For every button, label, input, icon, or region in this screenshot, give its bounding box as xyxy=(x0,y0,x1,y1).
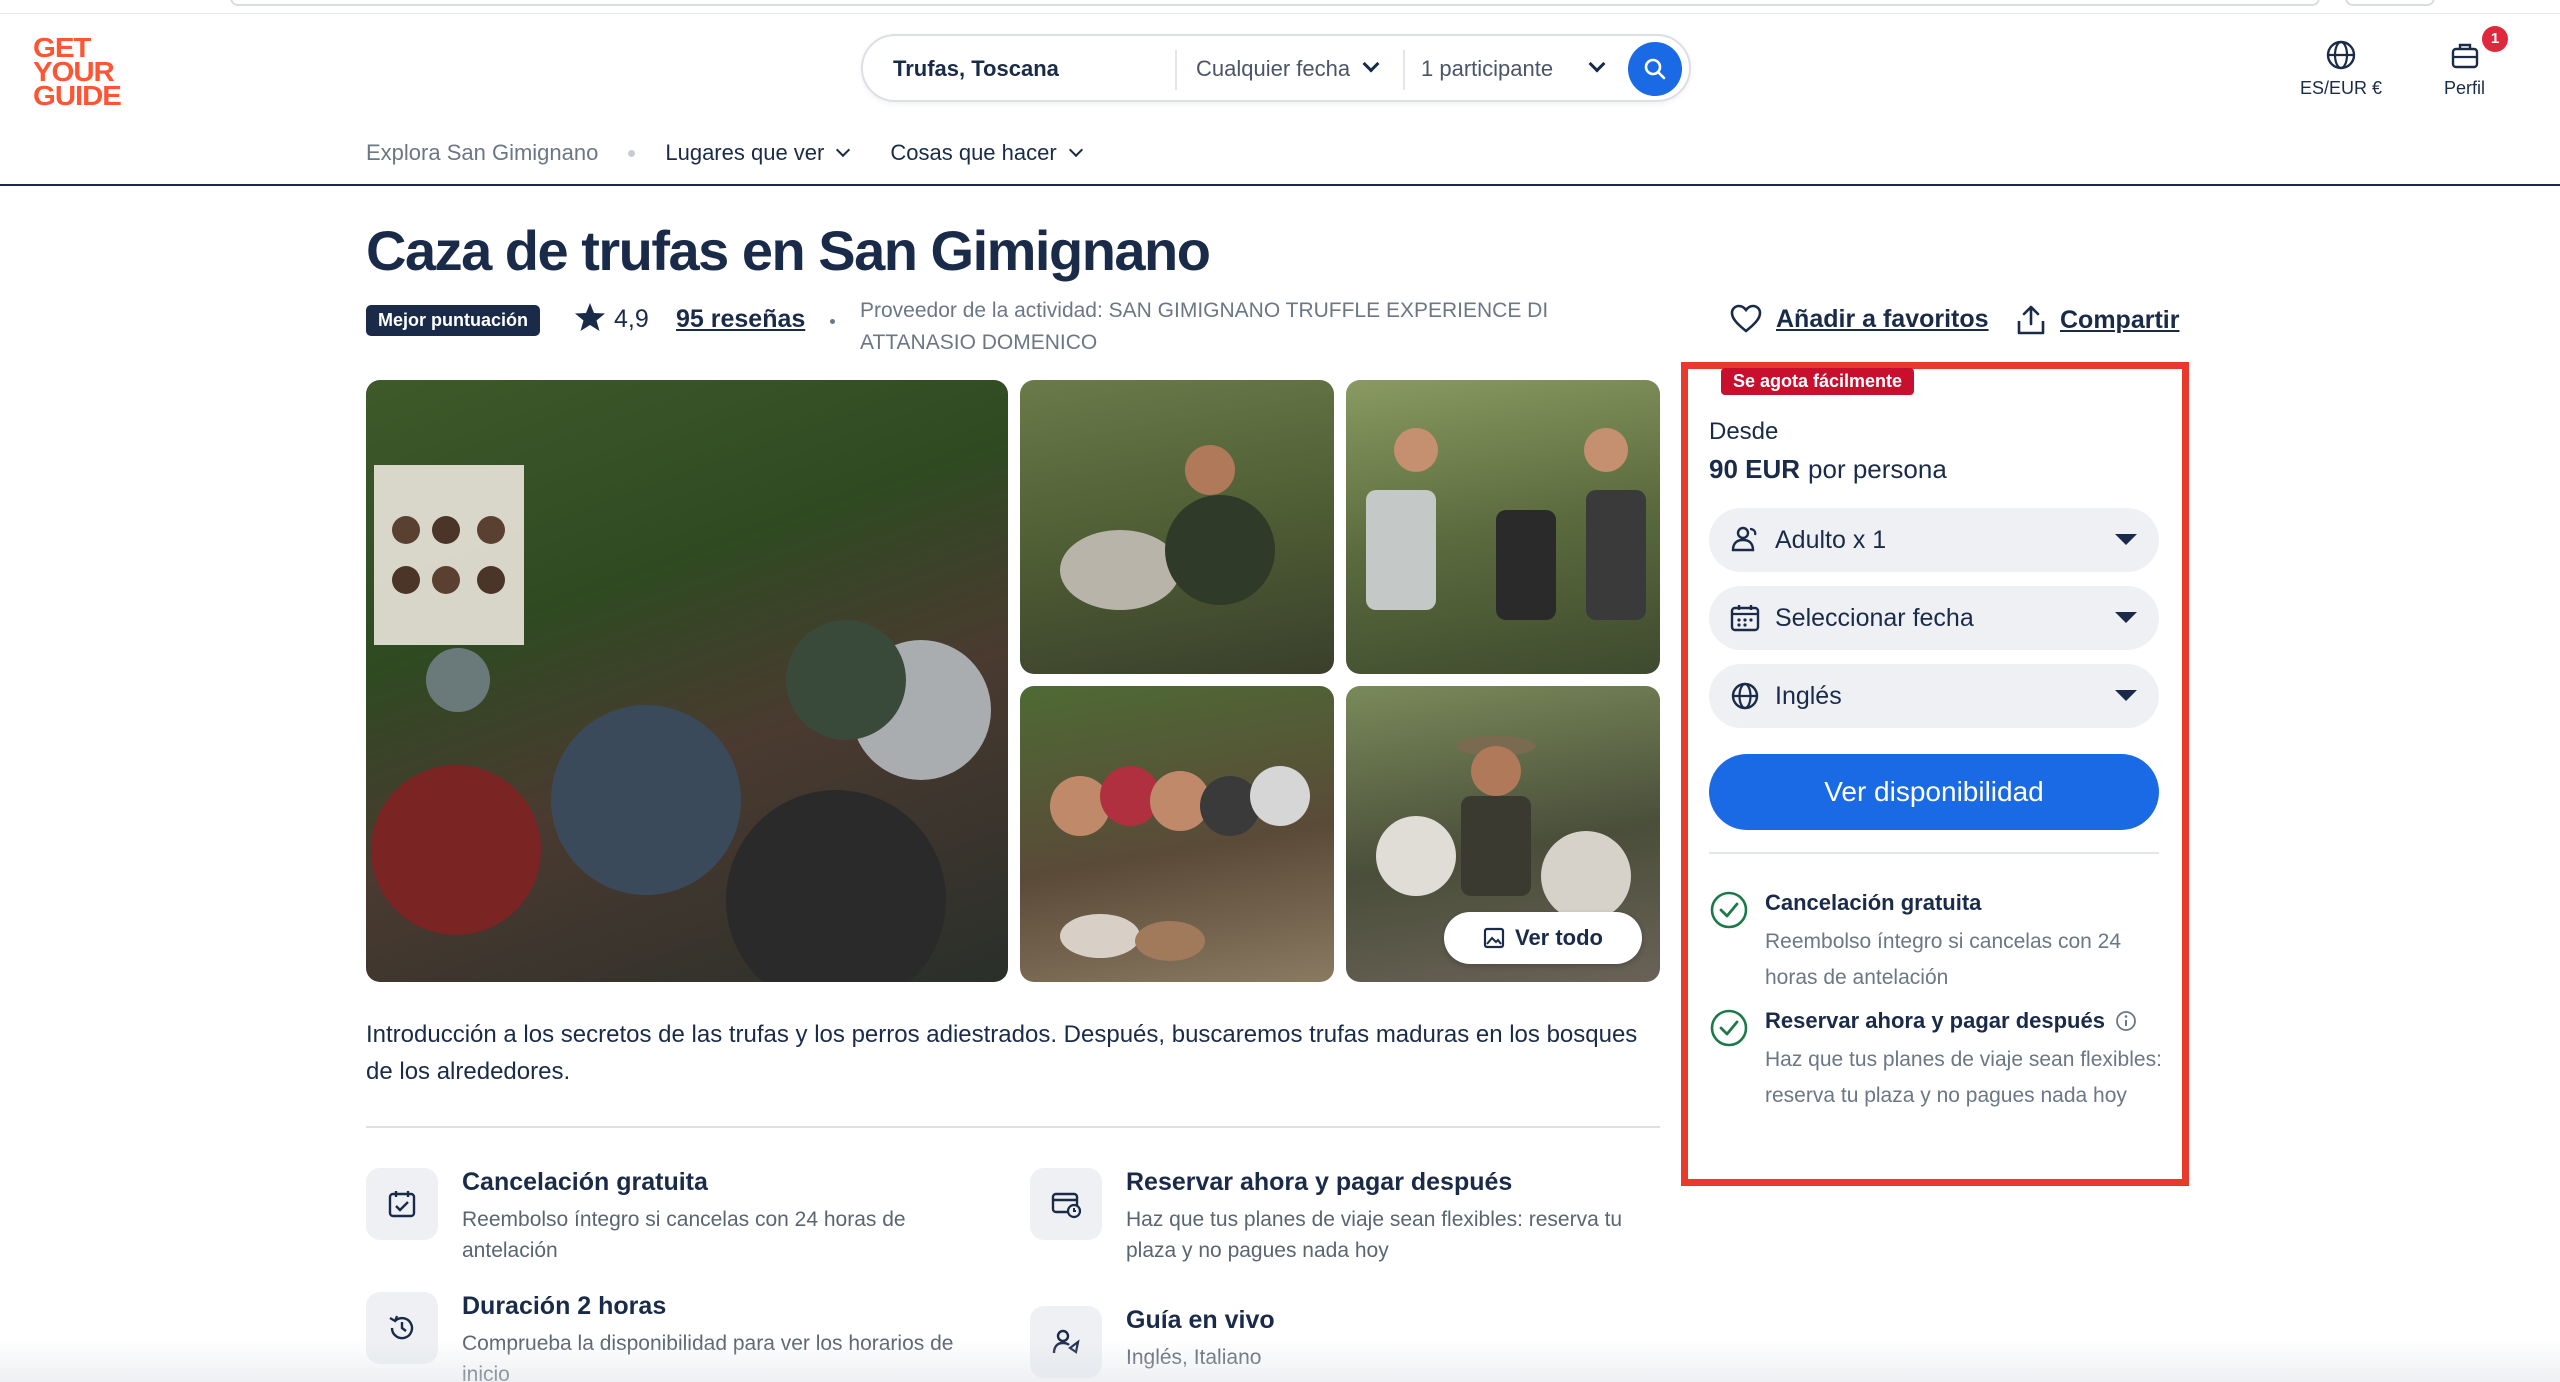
meta-separator xyxy=(830,319,835,324)
date-picker[interactable]: Cualquier fecha xyxy=(1196,56,1350,82)
activity-meta: Mejor puntuación 4,9 95 reseñas Proveedo… xyxy=(366,295,1666,354)
check-availability-button[interactable]: Ver disponibilidad xyxy=(1709,754,2159,830)
feature-desc: Inglés, Italiano xyxy=(1126,1346,1262,1369)
photo-gallery: Ver todo xyxy=(366,380,1660,982)
gallery-photo-3[interactable] xyxy=(1346,380,1660,674)
heart-icon xyxy=(1730,304,1762,333)
price-value: 90 EUR xyxy=(1709,454,1801,484)
sub-navigation: Explora San Gimignano Lugares que ver Co… xyxy=(0,138,2560,186)
calendar-icon xyxy=(1730,605,1760,632)
nav-places-to-see[interactable]: Lugares que ver xyxy=(665,140,851,166)
profile-label: Perfil xyxy=(2444,78,2486,98)
divider xyxy=(366,1126,1660,1128)
chevron-down-icon xyxy=(836,142,851,158)
feature-title: Cancelación gratuita xyxy=(462,1168,708,1196)
locale-switcher[interactable]: ES/EUR € xyxy=(2300,38,2382,99)
share-label: Compartir xyxy=(2060,305,2180,334)
people-icon xyxy=(1731,526,1757,552)
chevron-down-icon xyxy=(1362,55,1380,73)
chevron-down-icon xyxy=(1588,55,1606,73)
feature-title: Reservar ahora y pagar después xyxy=(1126,1168,1513,1196)
date-value: Seleccionar fecha xyxy=(1775,603,1974,632)
image-icon xyxy=(1483,927,1505,949)
globe-icon xyxy=(2326,40,2356,70)
feature-desc: Comprueba la disponibilidad para ver los… xyxy=(462,1332,954,1382)
divider xyxy=(1709,852,2159,854)
calendar-check-icon xyxy=(366,1168,438,1240)
activity-description: Introducción a los secretos de las trufa… xyxy=(366,1021,1638,1085)
check-circle-icon xyxy=(1710,891,1748,929)
chevron-down-icon xyxy=(1068,142,1083,158)
search-divider xyxy=(1403,50,1405,90)
locale-label: ES/EUR € xyxy=(2300,78,2383,98)
nav-things-to-do[interactable]: Cosas que hacer xyxy=(890,140,1083,166)
date-select[interactable]: Seleccionar fecha xyxy=(1709,586,2159,650)
caret-down-icon xyxy=(2115,534,2137,545)
participants-picker[interactable]: 1 participante xyxy=(1421,56,1553,82)
gallery-photo-4[interactable] xyxy=(1020,686,1334,982)
price-unit: por persona xyxy=(1808,454,1947,484)
caret-down-icon xyxy=(2115,690,2137,701)
perk-title: Reservar ahora y pagar después xyxy=(1765,1008,2137,1034)
nav-things-label: Cosas que hacer xyxy=(890,140,1057,165)
feature-title: Duración 2 horas xyxy=(462,1292,667,1320)
info-icon[interactable] xyxy=(2115,1010,2137,1032)
browser-button-remnant xyxy=(2345,0,2435,6)
breadcrumb-separator xyxy=(628,149,636,157)
nav-places-label: Lugares que ver xyxy=(665,140,825,165)
feature-desc: Reembolso íntegro si cancelas con 24 hor… xyxy=(462,1208,906,1262)
participants-value: Adulto x 1 xyxy=(1775,525,1887,554)
gallery-photo-main[interactable] xyxy=(366,380,1008,982)
view-all-label: Ver todo xyxy=(1514,925,1603,950)
booking-panel: Se agota fácilmente Desde 90 EUR por pers… xyxy=(1693,368,2177,1174)
perk-desc: Reembolso íntegro si cancelas con 24 hor… xyxy=(1765,930,2122,989)
browser-bar-remnant xyxy=(230,0,2320,6)
site-header: GET YOUR GUIDE Trufas, Toscana Cualquier… xyxy=(0,14,2560,138)
search-bar[interactable]: Trufas, Toscana Cualquier fecha 1 partic… xyxy=(861,34,1691,102)
top-strip xyxy=(0,0,2560,14)
perk-desc: Haz que tus planes de viaje sean flexibl… xyxy=(1765,1048,2162,1107)
check-circle-icon xyxy=(1710,1009,1748,1047)
reviews-link[interactable]: 95 reseñas xyxy=(676,305,805,334)
favorites-label: Añadir a favoritos xyxy=(1776,304,1989,333)
search-divider xyxy=(1175,50,1177,90)
price-from-label: Desde xyxy=(1709,418,1779,445)
star-icon xyxy=(575,303,605,331)
search-button[interactable] xyxy=(1628,42,1682,96)
guide-person-icon xyxy=(1030,1306,1102,1378)
gallery-photo-2[interactable] xyxy=(1020,380,1334,674)
price-line: 90 EUR por persona xyxy=(1709,454,1947,485)
search-query-input[interactable]: Trufas, Toscana xyxy=(893,56,1059,82)
page-title: Caza de trufas en San Gimignano xyxy=(366,219,1211,282)
notification-badge: 1 xyxy=(2482,26,2508,52)
profile-button[interactable]: Perfil xyxy=(2444,38,2485,99)
add-to-favorites-button[interactable]: Añadir a favoritos xyxy=(1730,304,1989,334)
language-value: Inglés xyxy=(1775,681,1842,710)
participants-select[interactable]: Adulto x 1 xyxy=(1709,508,2159,572)
profile-suitcase-icon xyxy=(2451,43,2478,69)
globe-icon xyxy=(1731,682,1759,710)
likely-to-sell-out-badge: Se agota fácilmente xyxy=(1721,368,1915,395)
card-clock-icon xyxy=(1030,1168,1102,1240)
perk-title: Cancelación gratuita xyxy=(1765,890,1981,916)
caret-down-icon xyxy=(2115,612,2137,623)
search-icon xyxy=(1644,58,1666,80)
view-all-photos-button[interactable]: Ver todo xyxy=(1444,912,1642,964)
perk-title-text: Reservar ahora y pagar después xyxy=(1765,1008,2105,1033)
perk-title-text: Cancelación gratuita xyxy=(1765,890,1982,915)
history-clock-icon xyxy=(366,1292,438,1364)
share-icon xyxy=(2017,305,2045,335)
share-button[interactable]: Compartir xyxy=(2016,304,2179,336)
breadcrumb[interactable]: Explora San Gimignano xyxy=(366,140,598,166)
top-rated-badge: Mejor puntuación xyxy=(366,305,540,336)
rating-value: 4,9 xyxy=(614,305,649,333)
language-select[interactable]: Inglés xyxy=(1709,664,2159,728)
getyourguide-logo[interactable]: GET YOUR GUIDE xyxy=(33,34,123,118)
feature-title: Guía en vivo xyxy=(1126,1306,1275,1334)
provider-info: Proveedor de la actividad: SAN GIMIGNANO… xyxy=(860,299,1549,354)
feature-desc: Haz que tus planes de viaje sean flexibl… xyxy=(1126,1208,1623,1262)
